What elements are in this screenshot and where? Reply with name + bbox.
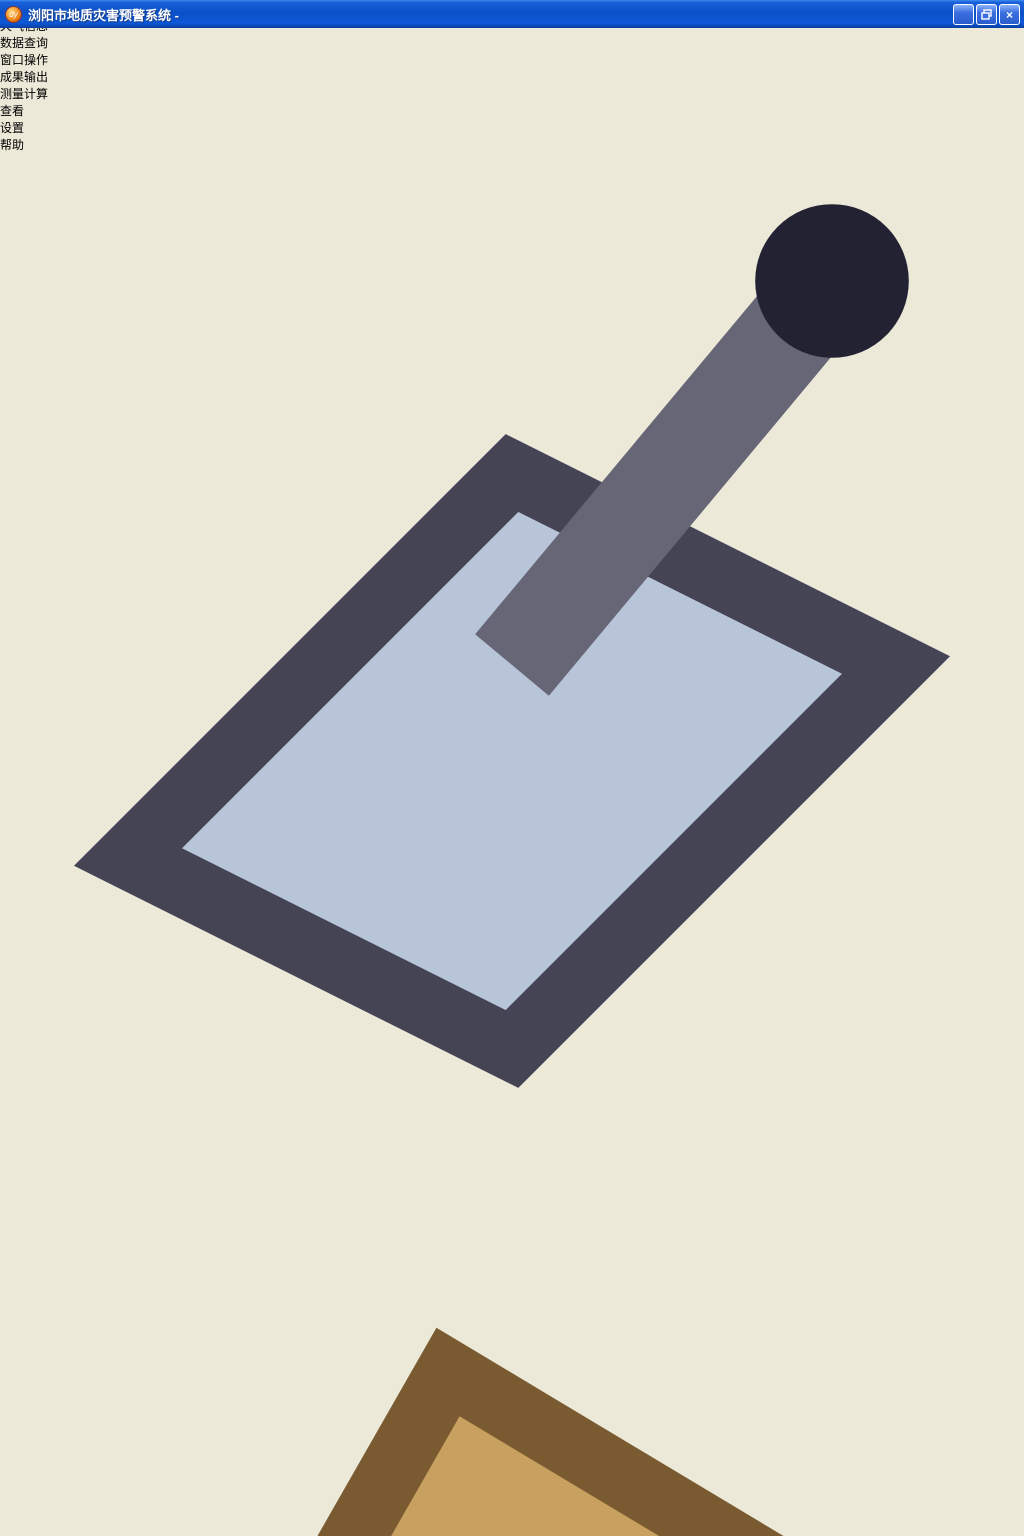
menu-data-query[interactable]: 数据查询 (0, 34, 1024, 51)
toolbar: ? (0, 153, 1024, 1536)
window-title: 浏阳市地质灾害预警系统 - (28, 5, 179, 24)
menu-help[interactable]: 帮助 (0, 136, 1024, 153)
minimize-button[interactable] (953, 4, 974, 25)
restore-button[interactable] (976, 4, 997, 25)
title-bar: dy 浏阳市地质灾害预警系统 - × (0, 0, 1024, 28)
menu-measure-calc[interactable]: 测量计算 (0, 85, 1024, 102)
menu-window-ops[interactable]: 窗口操作 (0, 51, 1024, 68)
menu-settings[interactable]: 设置 (0, 119, 1024, 136)
select-map-icon[interactable] (0, 1166, 1024, 1180)
restore-icon (981, 9, 992, 20)
menu-view[interactable]: 查看 (0, 102, 1024, 119)
close-button[interactable]: × (999, 4, 1020, 25)
menu-result-output[interactable]: 成果输出 (0, 68, 1024, 85)
app-logo-icon: dy (5, 6, 22, 23)
